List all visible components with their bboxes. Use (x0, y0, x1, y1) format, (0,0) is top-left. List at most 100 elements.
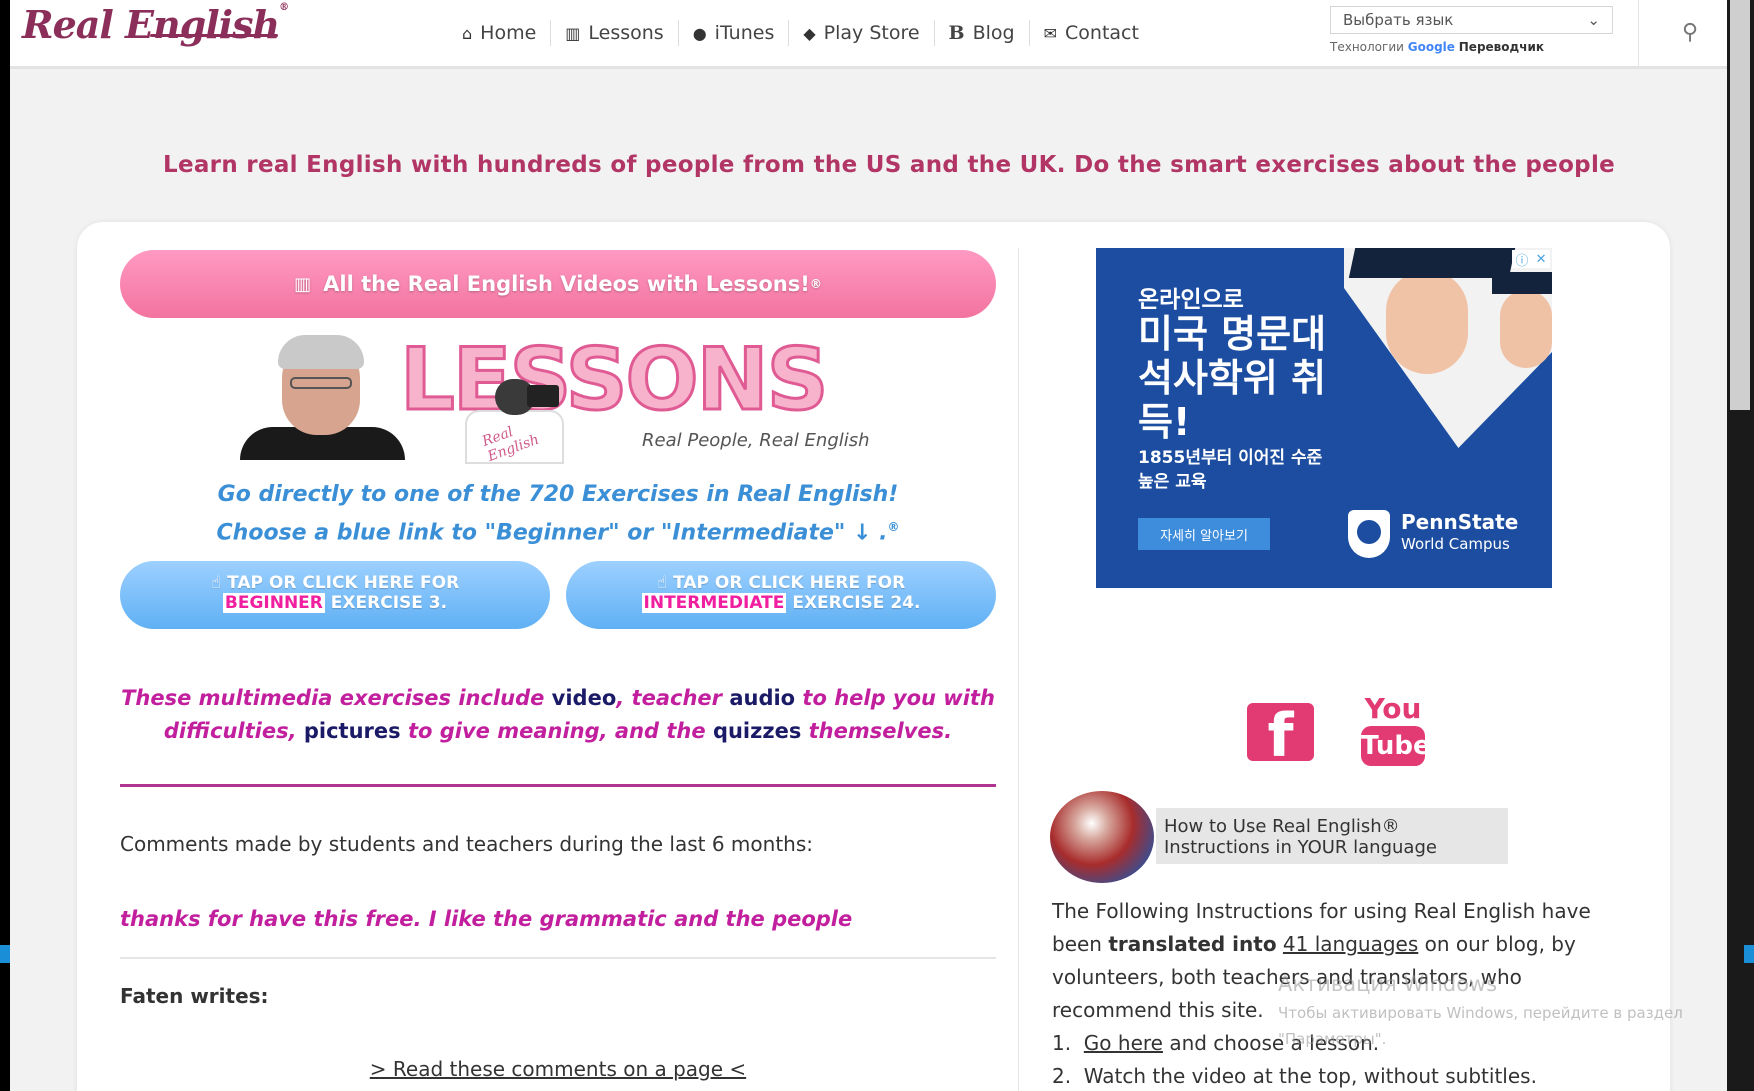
apple-icon: ● (692, 23, 707, 43)
all-videos-mark: ® (809, 277, 822, 291)
multimedia-description: These multimedia exercises include video… (120, 682, 996, 748)
intermediate-line-2: INTERMEDIATE EXERCISE 24. (566, 593, 996, 613)
nav-lessons[interactable]: ▥ Lessons (551, 20, 679, 46)
mm-keyword: video (551, 686, 617, 710)
flags-globe-icon[interactable] (1050, 791, 1154, 883)
windows-activation-body: Чтобы активировать Windows, перейдите в … (1278, 1004, 1683, 1048)
step-2-text: Watch the video at the top, without subt… (1083, 1064, 1537, 1088)
logo-swash (150, 34, 278, 37)
intermediate-exercise-button[interactable]: ☝ TAP OR CLICK HERE FOR INTERMEDIATE EXE… (566, 561, 996, 629)
window-edge-accent (1744, 945, 1754, 963)
book-icon: ▥ (565, 23, 581, 43)
banner-subtitle: Real People, Real English (642, 430, 870, 451)
direct-mark: ® (887, 520, 900, 534)
ad-learn-more-button[interactable]: 자세히 알아보기 (1138, 518, 1270, 550)
languages-link[interactable]: 41 languages (1283, 932, 1418, 956)
beginner-line-1-wrap: ☝ TAP OR CLICK HERE FOR (120, 573, 550, 593)
ad-brand: PennState World Campus (1401, 512, 1518, 554)
language-select-value: Выбрать язык (1343, 11, 1454, 29)
nav-play-store[interactable]: ◆ Play Store (789, 20, 935, 46)
teacher-glasses (290, 377, 352, 389)
site-tagline: Learn real English with hundreds of peop… (163, 152, 1616, 178)
ad-close-controls[interactable]: ⓘ ✕ (1512, 250, 1550, 269)
how-to-use-link[interactable]: How to Use Real English® Instructions in… (1156, 808, 1508, 864)
mm-text: These multimedia exercises include (121, 686, 552, 710)
powered-suffix: Переводчик (1458, 40, 1544, 54)
hand-pointer-icon: ☝ (210, 573, 222, 593)
site-logo[interactable]: Real English® (22, 2, 289, 47)
beginner-exercise-button[interactable]: ☝ TAP OR CLICK HERE FOR BEGINNER EXERCIS… (120, 561, 550, 629)
read-comments-link[interactable]: > Read these comments on a page < (120, 1057, 996, 1081)
cameraman-image: Real English (455, 375, 570, 465)
teacher-hair (278, 335, 364, 369)
site-header: Real English® ⌂ Home ▥ Lessons ● iTunes ◆ Pl… (10, 0, 1727, 69)
direct-line-2-wrap: Choose a blue link to "Beginner" or "Int… (120, 511, 996, 549)
intermediate-rest: EXERCISE 24. (786, 593, 921, 613)
go-here-link[interactable]: Go here (1084, 1031, 1163, 1055)
powered-prefix: Технологии (1330, 40, 1404, 54)
mm-keyword: quizzes (712, 719, 802, 743)
scrollbar-thumb[interactable] (1730, 0, 1750, 410)
scrollbar[interactable] (1727, 0, 1754, 1091)
language-select[interactable]: Выбрать язык ⌄ (1330, 6, 1613, 34)
nav-label: iTunes (714, 22, 775, 44)
direct-line-1: Go directly to one of the 720 Exercises … (217, 482, 899, 507)
nav-itunes[interactable]: ● iTunes (679, 20, 790, 46)
beginner-line-2: BEGINNER EXERCISE 3. (120, 593, 550, 613)
intermediate-line-1: TAP OR CLICK HERE FOR (673, 573, 906, 593)
intermediate-level: INTERMEDIATE (641, 593, 787, 613)
mm-keyword: audio (729, 686, 796, 710)
step-2: 2. Watch the video at the top, without s… (1052, 1064, 1537, 1088)
info-icon[interactable]: ⓘ (1516, 250, 1529, 269)
mm-text: , teacher (616, 686, 730, 710)
ad-brand-sub: World Campus (1401, 535, 1510, 553)
android-icon: ◆ (803, 23, 816, 43)
nav-blog[interactable]: B Blog (935, 20, 1030, 46)
ad-student-face (1386, 270, 1468, 374)
close-icon[interactable]: ✕ (1536, 252, 1547, 267)
youtube-icon-top[interactable]: You (1361, 694, 1425, 724)
ad-subline: 1855년부터 이어진 수준 높은 교육 (1138, 448, 1323, 492)
mm-keyword: pictures (303, 719, 401, 743)
advertisement[interactable]: ⓘ ✕ 온라인으로 미국 명문대 석사학위 취득! 1855년부터 이어진 수준 … (1096, 248, 1552, 588)
nav-contact[interactable]: ✉ Contact (1030, 20, 1153, 46)
youtube-icon[interactable]: Tube (1361, 726, 1431, 766)
teacher-photo (240, 335, 405, 460)
nav-label: Play Store (823, 22, 920, 44)
window-edge-accent (0, 945, 10, 963)
main-nav: ⌂ Home ▥ Lessons ● iTunes ◆ Play Store B Blog… (448, 20, 1153, 46)
google-translate-credit[interactable]: Технологии Google Переводчик (1330, 40, 1544, 54)
nav-label: Blog (972, 22, 1015, 44)
comment-divider (120, 957, 996, 959)
logo-mark: ® (279, 2, 289, 13)
beginner-level: BEGINNER (222, 593, 325, 613)
comment-author: Faten writes: (120, 984, 269, 1008)
intermediate-line-1-wrap: ☝ TAP OR CLICK HERE FOR (566, 573, 996, 593)
comments-heading: Comments made by students and teachers d… (120, 832, 813, 856)
mm-text: themselves. (801, 719, 953, 743)
nav-label: Lessons (588, 22, 664, 44)
pennstate-shield-icon (1348, 510, 1390, 558)
logo-text: Real English (22, 2, 280, 47)
ad-student-face (1500, 290, 1552, 368)
facebook-icon[interactable]: f (1247, 703, 1314, 761)
browser-page: Real English® ⌂ Home ▥ Lessons ● iTunes ◆ Pl… (10, 0, 1727, 1091)
section-divider (120, 784, 996, 787)
ad-line-1: 온라인으로 (1138, 287, 1244, 313)
book-icon: ▥ (294, 273, 312, 295)
search-icon[interactable]: ⚲ (1682, 20, 1698, 45)
nav-label: Home (480, 22, 537, 44)
camera-icon (527, 385, 559, 407)
beginner-line-1: TAP OR CLICK HERE FOR (227, 573, 460, 593)
chevron-down-icon: ⌄ (1587, 11, 1600, 29)
header-divider (1638, 0, 1639, 66)
windows-activation-title: Активация Windows (1278, 972, 1498, 996)
all-videos-button[interactable]: ▥ All the Real English Videos with Lesson… (120, 250, 996, 318)
column-divider (1018, 248, 1019, 1091)
lessons-banner[interactable]: LESSONS Real English Real People, Real E… (240, 334, 890, 465)
blog-icon: B (948, 22, 965, 44)
nav-label: Contact (1065, 22, 1139, 44)
powered-brand: Google (1407, 40, 1455, 54)
ad-headline: 미국 명문대 석사학위 취득! (1138, 312, 1327, 444)
nav-home[interactable]: ⌂ Home (448, 20, 552, 46)
